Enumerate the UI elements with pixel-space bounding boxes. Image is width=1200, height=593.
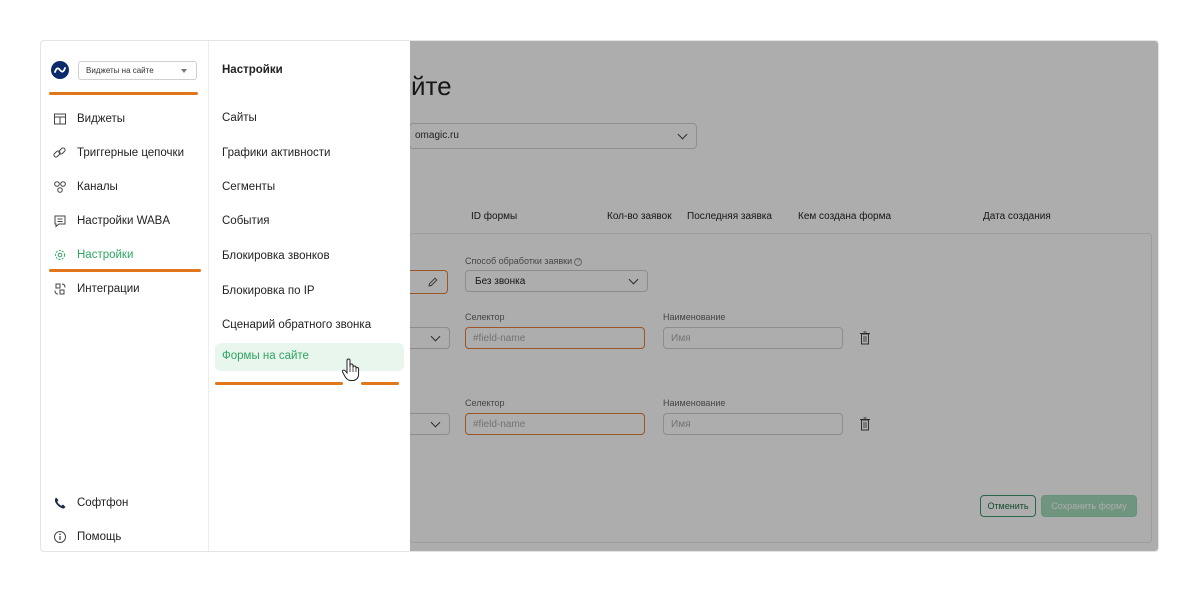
highlight-underline — [215, 382, 343, 385]
submenu-item-label: События — [222, 215, 270, 227]
app-window: йте omagic.ru ID формы Кол-во заявок Пос… — [40, 40, 1159, 552]
submenu-item-label: Формы на сайте — [222, 350, 309, 362]
sidebar-item-label: Софтфон — [77, 497, 129, 509]
info-icon — [54, 531, 66, 543]
submenu-item-call-blocking[interactable]: Блокировка звонков — [215, 243, 404, 271]
widget-selector[interactable]: Виджеты на сайте — [78, 61, 197, 80]
sidebar-item-softphone[interactable]: Софтфон — [41, 493, 209, 515]
submenu-item-site-forms[interactable]: Формы на сайте — [215, 343, 404, 371]
submenu-item-callback-scenario[interactable]: Сценарий обратного звонка — [215, 312, 404, 340]
highlight-underline — [49, 92, 198, 95]
hand-pointer-icon — [341, 358, 360, 381]
submenu-item-events[interactable]: События — [215, 208, 404, 236]
sidebar-item-trigger-chains[interactable]: Триггерные цепочки — [41, 143, 209, 165]
submenu-item-ip-blocking[interactable]: Блокировка по IP — [215, 278, 404, 306]
gear-icon — [55, 250, 65, 260]
submenu-item-label: Сегменты — [222, 181, 276, 193]
sidebar-item-settings[interactable]: Настройки — [41, 245, 209, 267]
submenu-item-label: Графики активности — [222, 147, 331, 159]
chat-icon — [54, 215, 66, 228]
channels-icon — [54, 181, 66, 193]
submenu-item-label: Блокировка по IP — [222, 285, 315, 297]
highlight-underline — [361, 382, 399, 385]
sidebar-item-channels[interactable]: Каналы — [41, 177, 209, 199]
highlight-underline — [49, 269, 201, 272]
link-chain-icon — [53, 147, 66, 158]
sidebar-item-integrations[interactable]: Интеграции — [41, 279, 209, 301]
widget-selector-value: Виджеты на сайте — [86, 66, 154, 75]
submenu-item-activity-charts[interactable]: Графики активности — [215, 140, 404, 168]
sidebar-item-label: Каналы — [77, 181, 118, 193]
submenu-item-sites[interactable]: Сайты — [215, 105, 404, 133]
submenu-title: Настройки — [222, 64, 283, 76]
submenu-item-label: Блокировка звонков — [222, 250, 330, 262]
sidebar-item-waba-settings[interactable]: Настройки WABA — [41, 211, 209, 233]
integrations-icon — [54, 283, 66, 295]
sidebar-item-label: Триггерные цепочки — [77, 147, 185, 159]
phone-icon — [54, 497, 66, 509]
settings-submenu: Настройки Сайты Графики активности Сегме… — [209, 41, 410, 551]
submenu-item-segments[interactable]: Сегменты — [215, 174, 404, 202]
caret-down-icon — [181, 69, 187, 73]
sidebar: Виджеты на сайте Виджеты Триггерные цепо… — [41, 41, 209, 551]
sidebar-item-label: Настройки WABA — [77, 215, 171, 227]
submenu-item-label: Сайты — [222, 112, 257, 124]
submenu-item-label: Сценарий обратного звонка — [222, 319, 372, 331]
sidebar-item-label: Интеграции — [77, 283, 140, 295]
logo-icon — [51, 61, 69, 79]
sidebar-item-label: Помощь — [77, 531, 122, 543]
widgets-icon — [54, 113, 66, 125]
sidebar-item-label: Виджеты — [77, 113, 126, 125]
sidebar-item-label: Настройки — [77, 249, 134, 261]
sidebar-item-help[interactable]: Помощь — [41, 527, 209, 549]
sidebar-item-widgets[interactable]: Виджеты — [41, 109, 209, 131]
